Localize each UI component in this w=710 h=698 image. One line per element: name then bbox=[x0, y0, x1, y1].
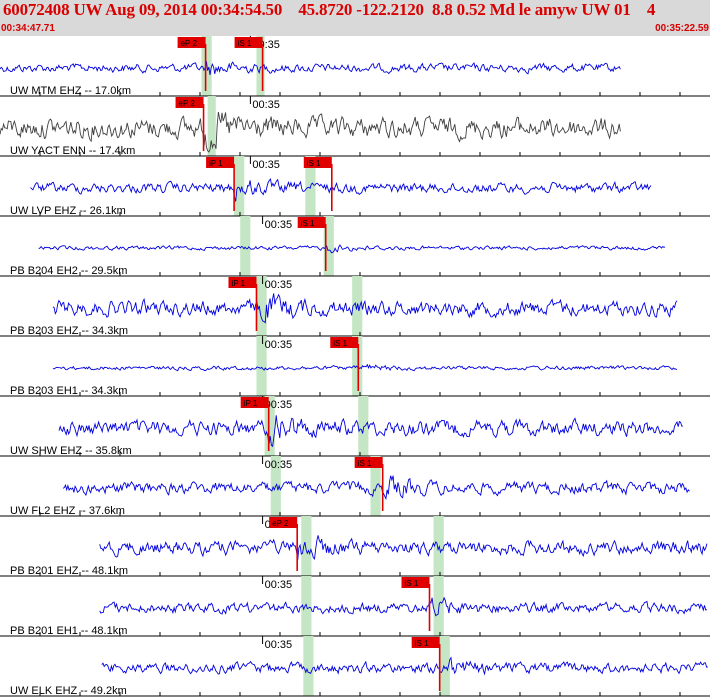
pick-label: iS 1 bbox=[307, 159, 321, 168]
waveform-line bbox=[99, 535, 708, 560]
arrival-window bbox=[207, 96, 216, 156]
station-label: UW FL2 EHZ -- 37.6km bbox=[10, 505, 125, 517]
start-time-label: 00:34:47.71 bbox=[1, 23, 55, 34]
pick-label: iP 1 bbox=[244, 399, 258, 408]
pick-label: iS 1 bbox=[405, 579, 419, 588]
trace-panel: 00:35 iS 1 UW FL2 EHZ -- 37.6km bbox=[0, 456, 710, 517]
arrival-window bbox=[301, 516, 312, 576]
waveform-line bbox=[52, 293, 678, 324]
station-label: PB B201 EHZ -- 48.1km bbox=[10, 565, 128, 577]
minute-label: 00:35 bbox=[265, 219, 293, 231]
pick-label: eP 2 bbox=[272, 519, 289, 528]
waveform-line bbox=[38, 244, 666, 254]
minute-label: 00:35 bbox=[252, 99, 280, 111]
trace-panel: 00:35 eP 2 UW YACT ENN -- 17.4km bbox=[0, 96, 710, 157]
station-label: PB B204 EH2 -- 29.5km bbox=[10, 265, 127, 277]
station-label: UW YACT ENN -- 17.4km bbox=[10, 145, 135, 157]
arrival-window bbox=[433, 516, 444, 576]
trace-panel: 00:35iP 1UW SHW EHZ -- 35.8km bbox=[0, 396, 710, 457]
pick-label: iP 1 bbox=[209, 159, 223, 168]
station-label: PB B203 EHZ -- 34.3km bbox=[10, 325, 128, 337]
trace-panel: 00:35 iS 1 UW ELK EHZ -- 49.2km bbox=[0, 636, 710, 697]
minute-label: 00:35 bbox=[265, 579, 293, 591]
arrival-window bbox=[240, 216, 251, 276]
minute-label: 00:35 bbox=[265, 639, 293, 651]
pick-label: iS 1 bbox=[301, 219, 315, 228]
event-header: 60072408 UW Aug 09, 2014 00:34:54.50 45.… bbox=[0, 0, 710, 36]
trace-panel: 00:35 iS 1 PB B201 EH1 -- 48.1km bbox=[0, 576, 710, 637]
station-label: UW MTM EHZ -- 17.0km bbox=[10, 85, 131, 97]
trace-panel: 00:35 iP 1 PB B203 EHZ -- 34.3km bbox=[0, 276, 710, 337]
station-label: UW ELK EHZ -- 49.2km bbox=[10, 685, 127, 697]
waveform-line bbox=[58, 415, 684, 448]
minute-label: 00:35 bbox=[265, 279, 293, 291]
pick-label: eP 2 bbox=[179, 99, 196, 108]
pick-label: eP 2 bbox=[181, 39, 198, 48]
minute-label: 00:35 bbox=[265, 459, 293, 471]
arrival-window bbox=[234, 156, 245, 216]
trace-panel: 00:35 iP 1 iS 1 UW LVP EHZ -- 26.1km bbox=[0, 156, 710, 217]
station-label: PB B203 EH1 -- 34.3km bbox=[10, 385, 127, 397]
seismogram-plot: 00:35 eP 2 iS 1 UW MTM EHZ -- 17.0km 00:35 eP… bbox=[0, 36, 710, 697]
waveform-line bbox=[99, 596, 708, 617]
arrival-window bbox=[358, 396, 369, 456]
minute-label: 00:35 bbox=[252, 159, 280, 171]
end-time-label: 00:35:22.59 bbox=[655, 23, 709, 34]
arrival-window bbox=[303, 636, 314, 696]
waveform-line bbox=[30, 178, 652, 202]
station-label: UW SHW EHZ -- 35.8km bbox=[10, 445, 132, 457]
minute-label: 00:35 bbox=[265, 339, 293, 351]
waveform-line bbox=[101, 656, 708, 676]
pick-label: iP 1 bbox=[231, 279, 245, 288]
pick-label: iS 1 bbox=[333, 339, 347, 348]
pick-label: iS 1 bbox=[415, 639, 429, 648]
pick-label: iS 1 bbox=[358, 459, 372, 468]
trace-panel: 00:35 iS 1 PB B203 EH1 -- 34.3km bbox=[0, 336, 710, 397]
pick-label: iS 1 bbox=[238, 39, 252, 48]
trace-panel: 00:35eP 2 iS 1UW MTM EHZ -- 17.0km bbox=[0, 36, 710, 97]
waveform-line bbox=[52, 363, 678, 372]
event-title: 60072408 UW Aug 09, 2014 00:34:54.50 45.… bbox=[3, 0, 656, 19]
station-label: UW LVP EHZ -- 26.1km bbox=[10, 205, 126, 217]
waveform-line bbox=[0, 61, 621, 75]
station-label: PB B201 EH1 -- 48.1km bbox=[10, 625, 127, 637]
trace-panel: 00:35eP 2PB B201 EHZ -- 48.1km bbox=[0, 516, 710, 577]
trace-panel: 00:35 iS 1 PB B204 EH2 -- 29.5km bbox=[0, 216, 710, 277]
